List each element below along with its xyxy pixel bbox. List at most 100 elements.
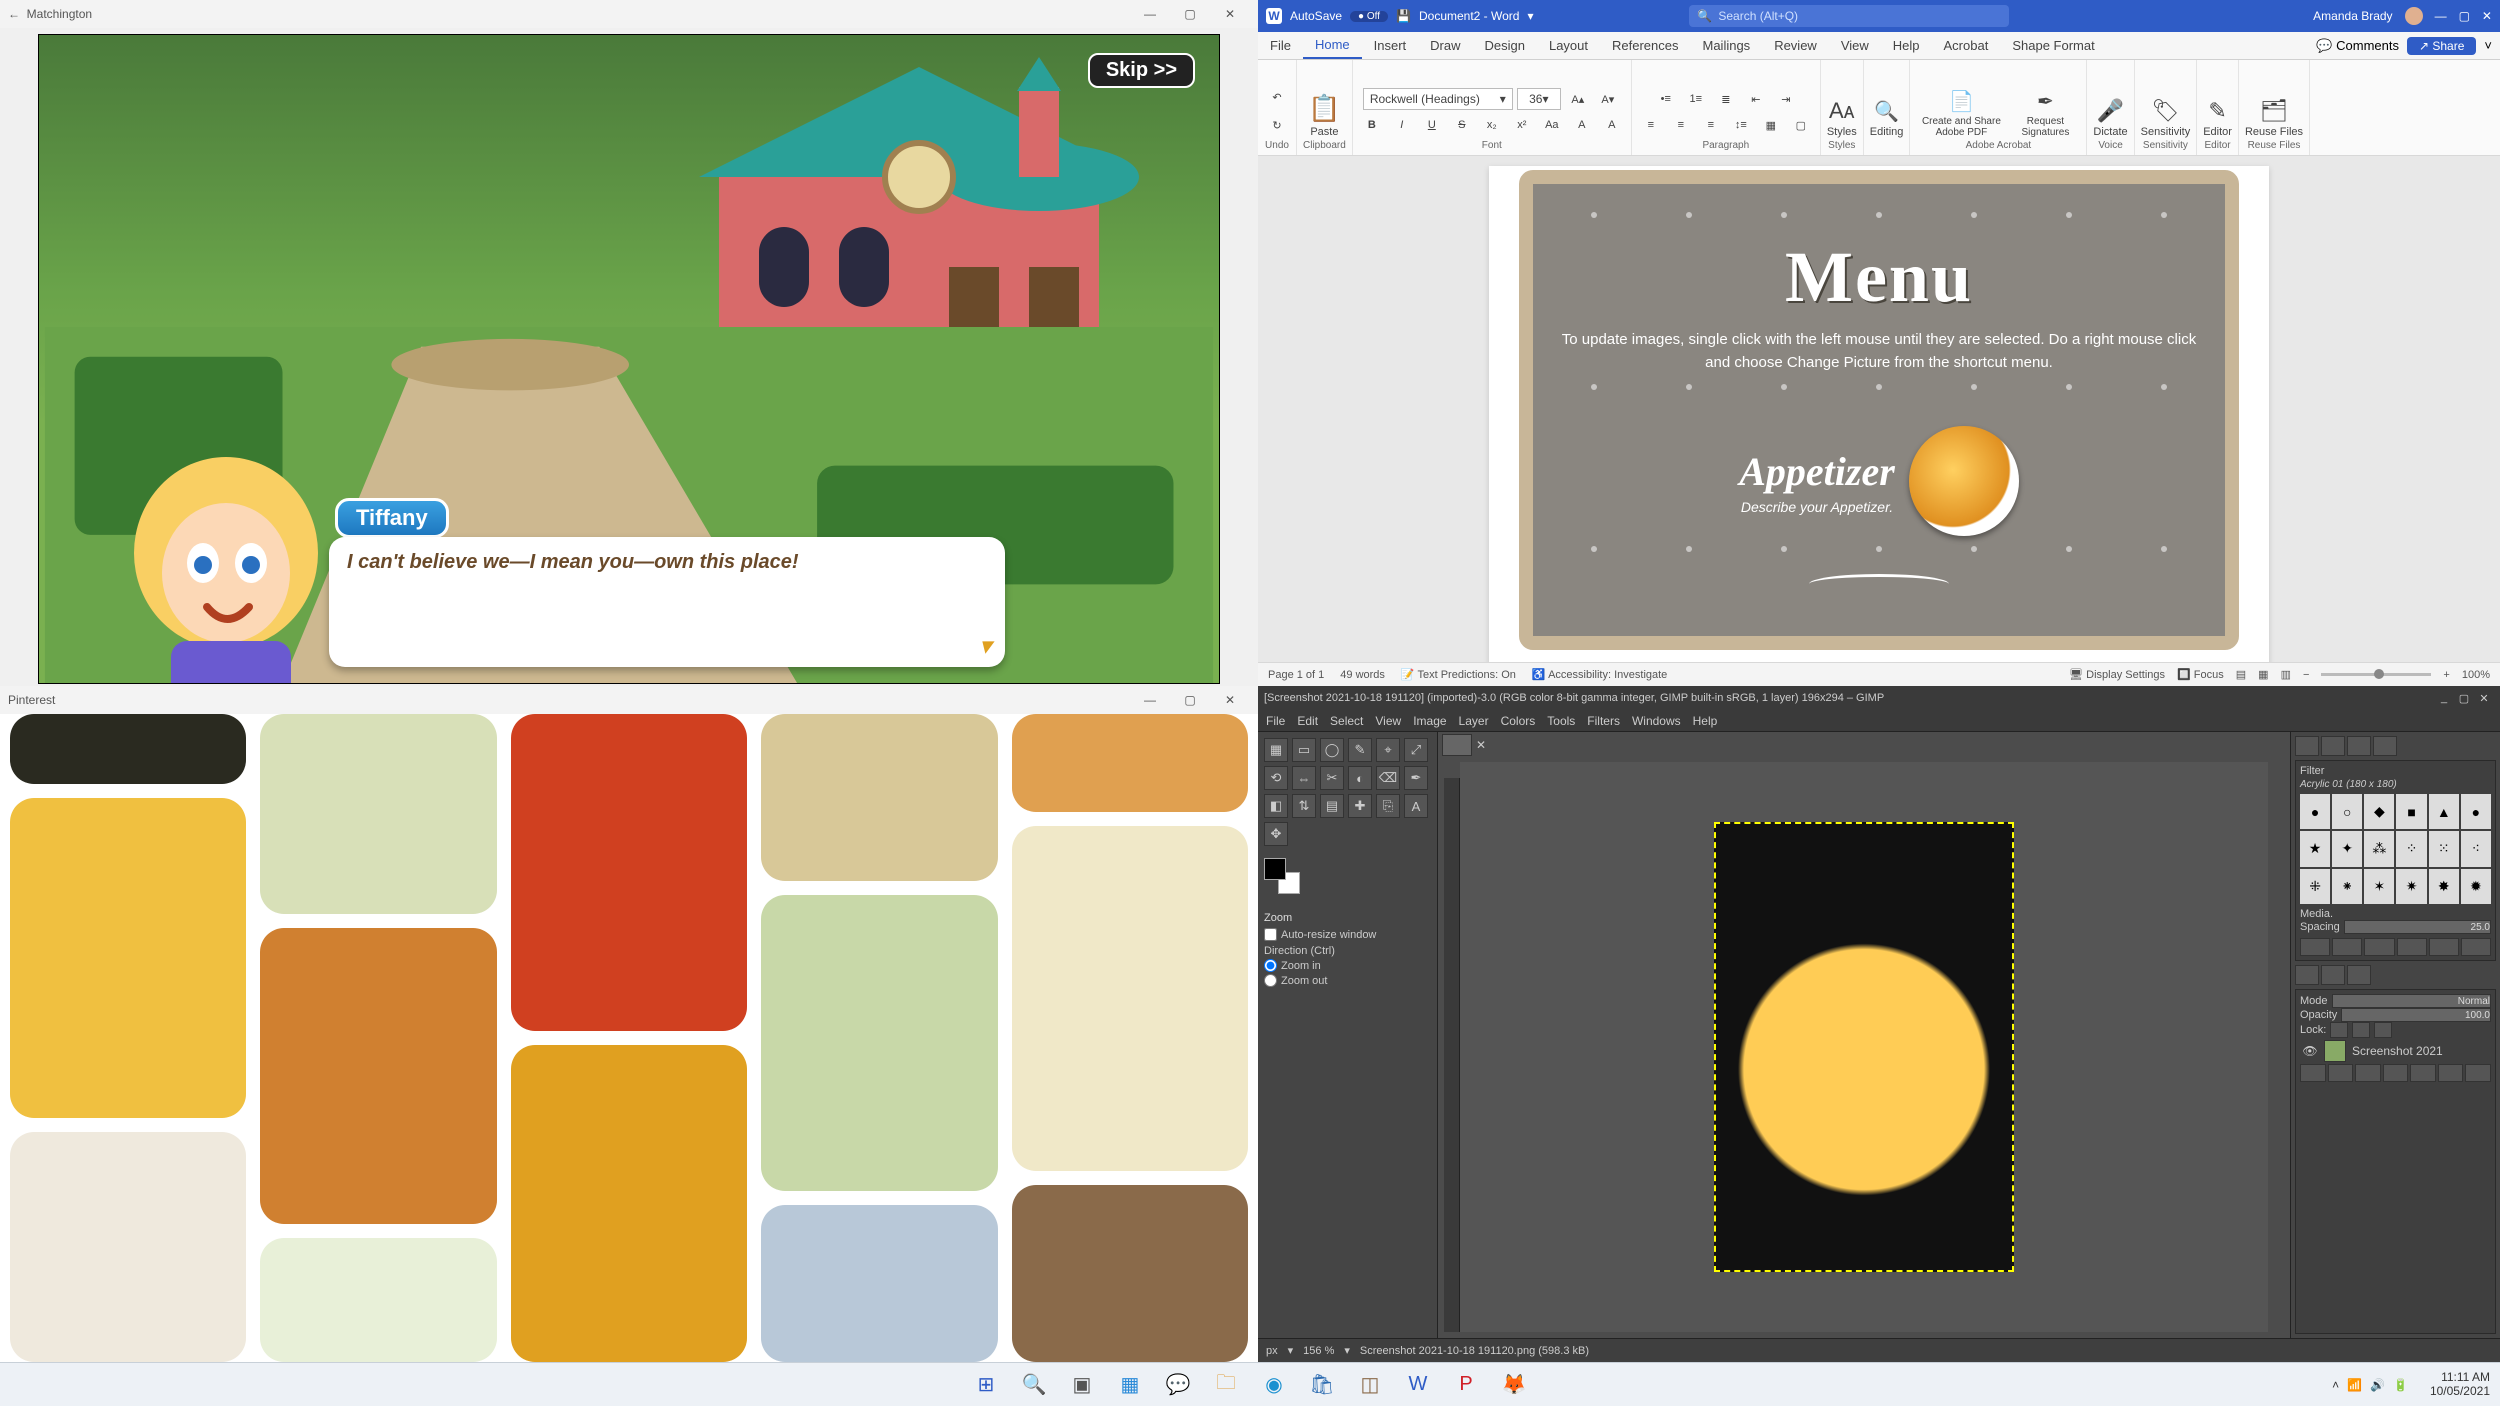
save-icon[interactable]: 💾 bbox=[1396, 9, 1411, 23]
instruction-text[interactable]: To update images, single click with the … bbox=[1551, 329, 2207, 374]
tool-button[interactable]: ◯ bbox=[1320, 738, 1344, 762]
tool-button[interactable]: ◐ bbox=[1348, 766, 1372, 790]
tool-button[interactable]: ⇅ bbox=[1292, 794, 1316, 818]
highlight-button[interactable]: A bbox=[1569, 112, 1595, 138]
window-close-button[interactable]: ✕ bbox=[2482, 9, 2492, 23]
pin-card[interactable] bbox=[1012, 714, 1248, 812]
menu-tools[interactable]: Tools bbox=[1547, 714, 1575, 728]
brush-new-icon[interactable] bbox=[2332, 938, 2362, 956]
window-min-button[interactable]: — bbox=[2435, 9, 2447, 23]
taskbar-pinterest-icon[interactable]: P bbox=[1449, 1368, 1483, 1402]
taskbar-gimp-icon[interactable]: 🦊 bbox=[1497, 1368, 1531, 1402]
align-right-icon[interactable]: ≡ bbox=[1698, 112, 1724, 138]
layer-row[interactable]: 👁 Screenshot 2021 bbox=[2300, 1038, 2491, 1064]
minimize-button[interactable]: _ bbox=[2434, 692, 2454, 704]
share-button[interactable]: ↗ Share bbox=[2407, 37, 2476, 55]
layer-new-icon[interactable] bbox=[2300, 1064, 2326, 1082]
display-settings[interactable]: 🖥 Display Settings bbox=[2069, 668, 2165, 681]
canvas-viewport[interactable] bbox=[1460, 762, 2268, 1332]
close-button[interactable]: ✕ bbox=[1210, 7, 1250, 21]
lock-position-icon[interactable] bbox=[2352, 1022, 2370, 1038]
accessibility-status[interactable]: ♿ Accessibility: Investigate bbox=[1532, 668, 1667, 681]
pin-card[interactable] bbox=[511, 714, 747, 1031]
dialog-box[interactable]: I can't believe we—I mean you—own this p… bbox=[329, 537, 1005, 667]
menu-help[interactable]: Help bbox=[1693, 714, 1718, 728]
zoom-in-button[interactable]: + bbox=[2443, 669, 2449, 681]
paths-tab[interactable] bbox=[2347, 965, 2371, 985]
brush-refresh-icon[interactable] bbox=[2429, 938, 2459, 956]
brush-dup-icon[interactable] bbox=[2364, 938, 2394, 956]
tab-home[interactable]: Home bbox=[1303, 32, 1362, 59]
mode-select[interactable] bbox=[2332, 994, 2491, 1008]
gimp-titlebar[interactable]: [Screenshot 2021-10-18 191120] (imported… bbox=[1258, 686, 2500, 710]
shading-icon[interactable]: ▦ bbox=[1758, 112, 1784, 138]
page-count[interactable]: Page 1 of 1 bbox=[1268, 669, 1324, 681]
tab-insert[interactable]: Insert bbox=[1362, 32, 1419, 59]
tool-button[interactable]: ✂ bbox=[1320, 766, 1344, 790]
indent-dec-icon[interactable]: ⇤ bbox=[1743, 86, 1769, 112]
taskbar-explorer-icon[interactable]: 🗀 bbox=[1209, 1368, 1243, 1402]
channels-tab[interactable] bbox=[2321, 965, 2345, 985]
tool-button[interactable]: ▦ bbox=[1264, 738, 1288, 762]
window-max-button[interactable]: ▢ bbox=[2459, 9, 2470, 23]
pin-card[interactable] bbox=[511, 1045, 747, 1362]
tab-review[interactable]: Review bbox=[1762, 32, 1829, 59]
taskbar-search-icon[interactable]: 🔍 bbox=[1017, 1368, 1051, 1402]
borders-icon[interactable]: ▢ bbox=[1788, 112, 1814, 138]
taskbar-chat-icon[interactable]: 💬 bbox=[1161, 1368, 1195, 1402]
lock-pixels-icon[interactable] bbox=[2330, 1022, 2348, 1038]
tab-layout[interactable]: Layout bbox=[1537, 32, 1600, 59]
zoom-out-button[interactable]: − bbox=[2303, 669, 2309, 681]
tool-button[interactable]: ⇔ bbox=[1292, 766, 1316, 790]
fg-bg-colors[interactable] bbox=[1264, 858, 1300, 894]
font-size-select[interactable]: 36 ▾ bbox=[1517, 88, 1561, 110]
bullets-icon[interactable]: •≡ bbox=[1653, 86, 1679, 112]
fonts-tab[interactable] bbox=[2347, 736, 2371, 756]
text-predictions[interactable]: 📝 Text Predictions: On bbox=[1401, 668, 1516, 681]
menu-image[interactable]: Image bbox=[1413, 714, 1446, 728]
tool-button[interactable]: ⌫ bbox=[1376, 766, 1400, 790]
menu-colors[interactable]: Colors bbox=[1501, 714, 1536, 728]
minimize-button[interactable]: — bbox=[1130, 693, 1170, 707]
user-name[interactable]: Amanda Brady bbox=[2313, 9, 2392, 23]
maximize-button[interactable]: ▢ bbox=[1170, 693, 1210, 707]
zoom-in-radio[interactable]: Zoom in bbox=[1264, 959, 1431, 972]
maximize-button[interactable]: ▢ bbox=[2454, 692, 2474, 705]
pin-card[interactable] bbox=[761, 1205, 997, 1362]
font-x²-button[interactable]: x² bbox=[1509, 112, 1535, 138]
font-i-button[interactable]: I bbox=[1389, 112, 1415, 138]
menu-card-shape[interactable]: Menu To update images, single click with… bbox=[1519, 170, 2239, 650]
appetizer-sub[interactable]: Describe your Appetizer. bbox=[1739, 499, 1895, 515]
pin-card[interactable] bbox=[10, 798, 246, 1118]
taskbar-word-icon[interactable]: W bbox=[1401, 1368, 1435, 1402]
shrink-font-icon[interactable]: A▾ bbox=[1595, 86, 1621, 112]
editor-button[interactable]: ✎Editor bbox=[2203, 98, 2232, 138]
view-print-icon[interactable]: ▦ bbox=[2258, 668, 2268, 681]
patterns-tab[interactable] bbox=[2321, 736, 2345, 756]
taskbar-taskview-icon[interactable]: ▣ bbox=[1065, 1368, 1099, 1402]
appetizer-image[interactable] bbox=[1909, 426, 2019, 536]
numbering-icon[interactable]: 1≡ bbox=[1683, 86, 1709, 112]
avatar[interactable] bbox=[2405, 7, 2423, 25]
back-icon[interactable]: ← bbox=[8, 7, 20, 21]
page[interactable]: Menu To update images, single click with… bbox=[1489, 166, 2269, 662]
tab-design[interactable]: Design bbox=[1473, 32, 1537, 59]
brush-menu-icon[interactable] bbox=[2461, 938, 2491, 956]
styles-icon[interactable]: Aᴀ bbox=[1829, 98, 1855, 124]
tab-shape-format[interactable]: Shape Format bbox=[2000, 32, 2106, 59]
pin-card[interactable] bbox=[10, 714, 246, 784]
taskbar[interactable]: ⊞🔍▣▦💬🗀◉🛍◫WP🦊 ˄📶🔊🔋 11:11 AM 10/05/2021 bbox=[0, 1362, 2500, 1406]
tab-file[interactable]: File bbox=[1258, 32, 1303, 59]
tab-acrobat[interactable]: Acrobat bbox=[1932, 32, 2001, 59]
tool-button[interactable]: ▤ bbox=[1320, 794, 1344, 818]
reuse-button[interactable]: 🗂Reuse Files bbox=[2245, 98, 2303, 138]
taskbar-edge-icon[interactable]: ◉ bbox=[1257, 1368, 1291, 1402]
menu-layer[interactable]: Layer bbox=[1459, 714, 1489, 728]
menu-view[interactable]: View bbox=[1375, 714, 1401, 728]
line-spacing-icon[interactable]: ↕≡ bbox=[1728, 112, 1754, 138]
ruler-vertical[interactable] bbox=[1444, 778, 1460, 1332]
tab-draw[interactable]: Draw bbox=[1418, 32, 1472, 59]
font-b-button[interactable]: B bbox=[1359, 112, 1385, 138]
document-area[interactable]: Menu To update images, single click with… bbox=[1258, 156, 2500, 662]
zoom-slider[interactable] bbox=[2321, 673, 2431, 676]
